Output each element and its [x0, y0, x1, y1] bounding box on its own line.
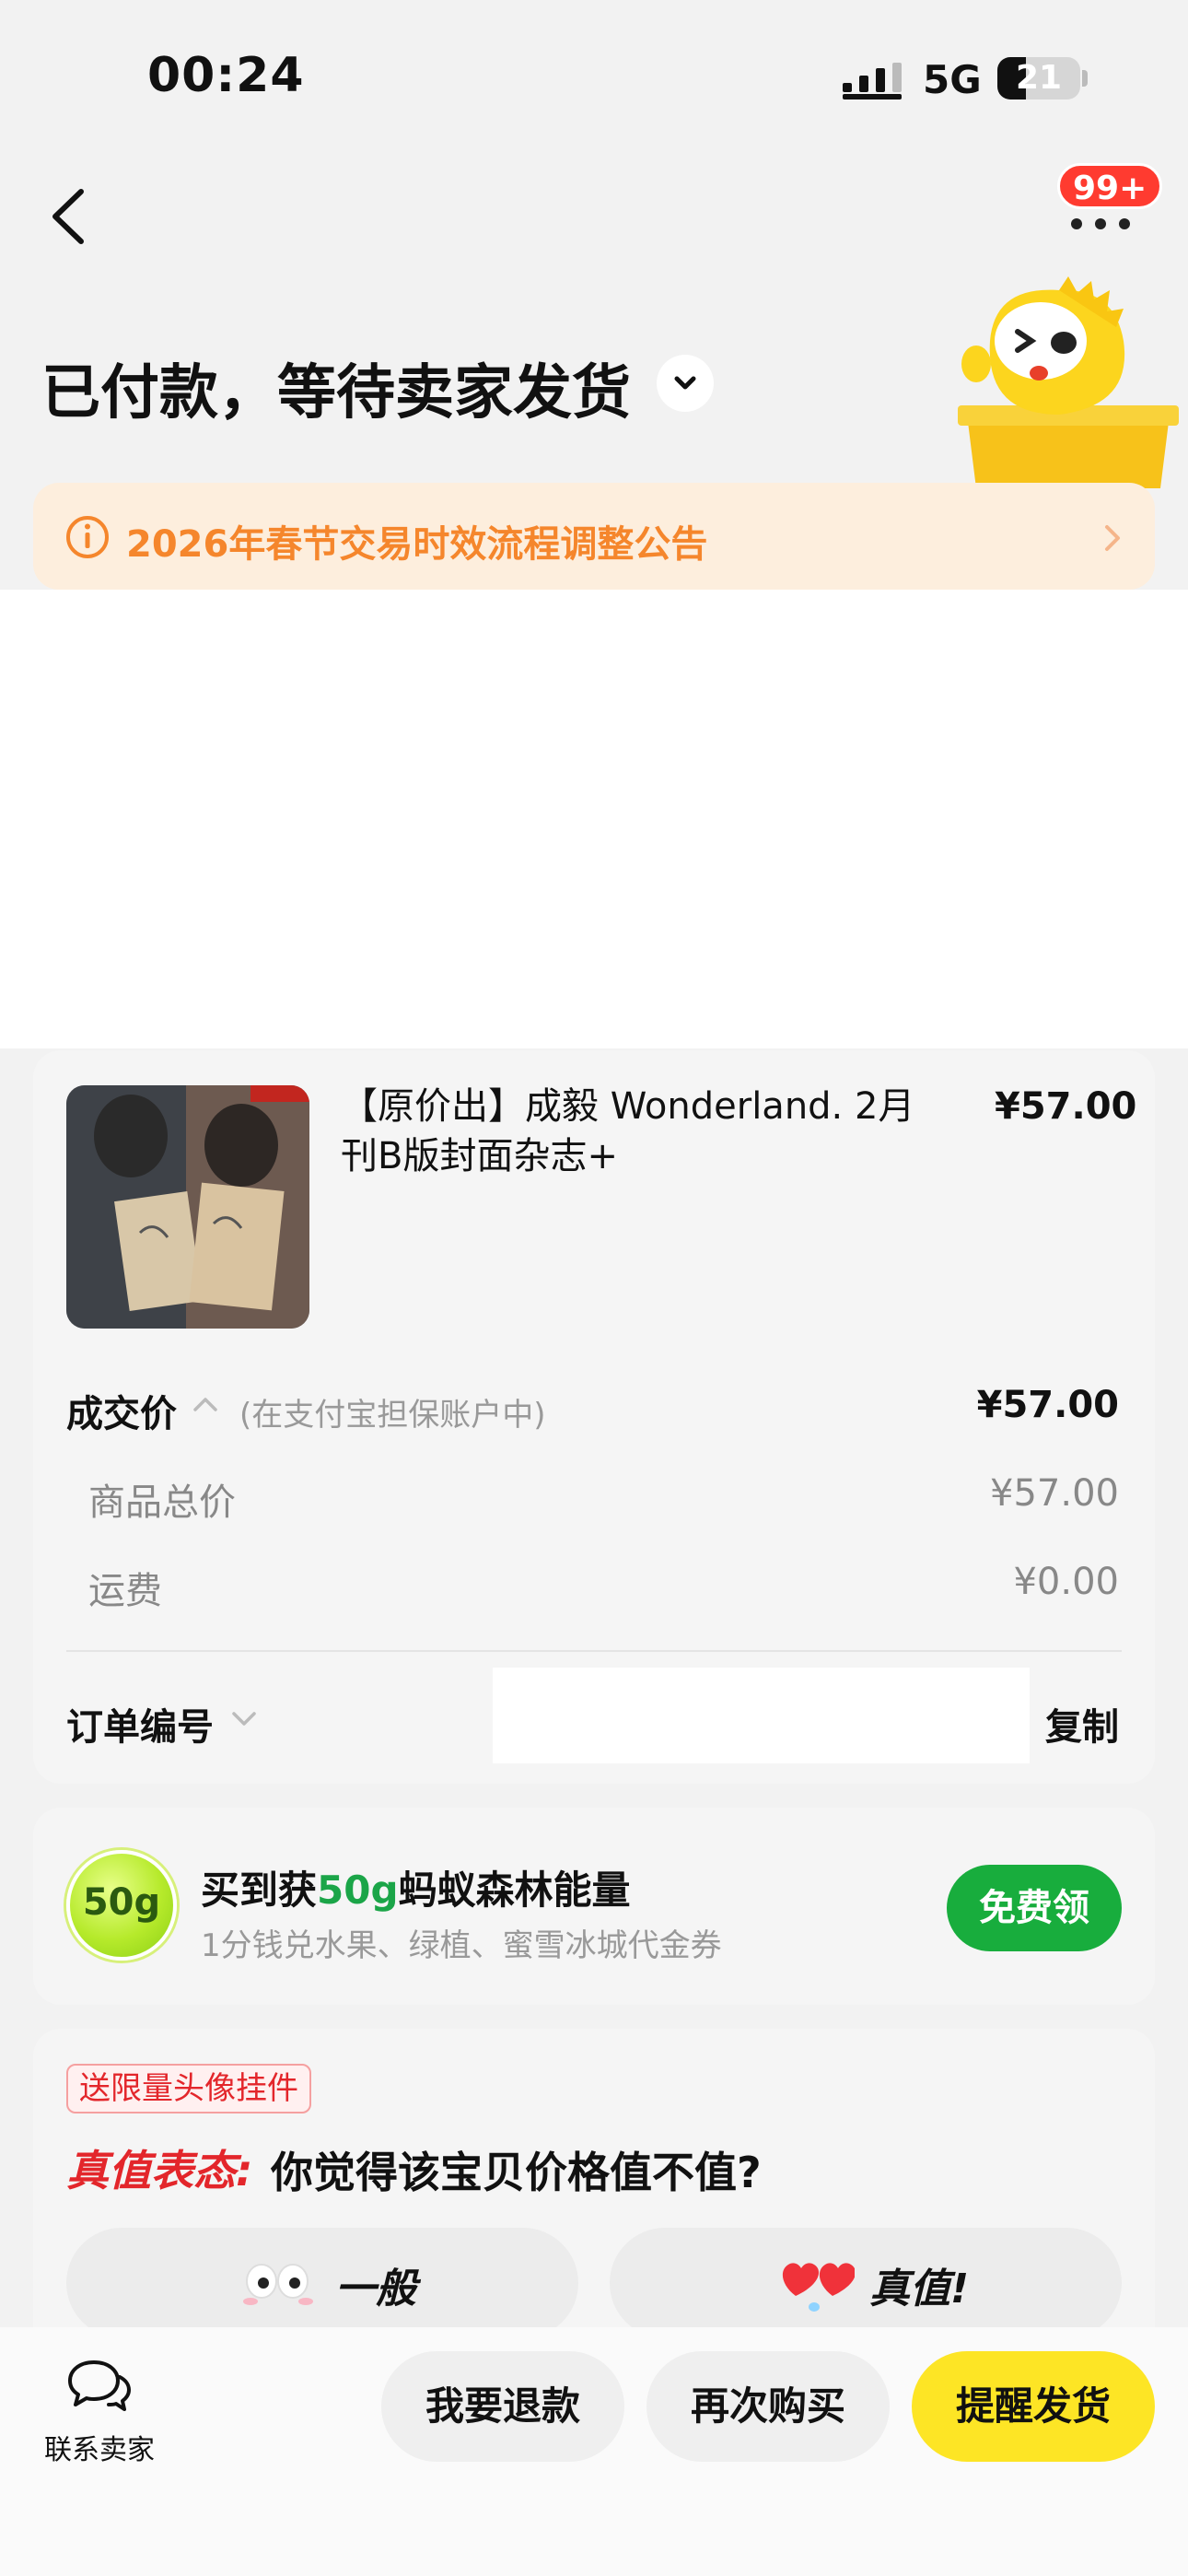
- deal-price-label: 成交价: [66, 1393, 177, 1435]
- energy-badge-text: 50g: [82, 1881, 161, 1924]
- energy-title-prefix: 买到获: [201, 1868, 318, 1913]
- divider: [66, 1650, 1122, 1652]
- more-icon[interactable]: [1070, 217, 1131, 230]
- network-type: 5G: [923, 57, 982, 102]
- remind-ship-button[interactable]: 提醒发货: [912, 2351, 1155, 2462]
- status-expand-button[interactable]: [657, 355, 714, 412]
- heart-eyes-icon: [782, 2263, 855, 2312]
- product-image[interactable]: [66, 1085, 309, 1329]
- subtotal-label: 商品总价: [88, 1481, 236, 1524]
- chevron-down-icon[interactable]: [230, 1710, 258, 1728]
- neutral-face-icon: [243, 2264, 313, 2305]
- refund-button[interactable]: 我要退款: [381, 2351, 624, 2462]
- rating-question: 你觉得该宝贝价格值不值?: [271, 2148, 762, 2197]
- escrow-note: (在支付宝担保账户中): [239, 1397, 546, 1434]
- energy-title-highlight: 50g: [317, 1868, 399, 1913]
- signal-icon: [843, 63, 902, 100]
- notice-text: 2026年春节交易时效流程调整公告: [126, 523, 708, 566]
- rating-question-label: 真值表态:: [66, 2146, 253, 2195]
- energy-title: 买到获50g蚂蚁森林能量: [201, 1859, 631, 1915]
- battery-cap: [1082, 70, 1088, 87]
- energy-subtitle: 1分钱兑水果、绿植、蜜雪冰城代金券: [201, 1927, 722, 1964]
- chat-icon[interactable]: [66, 2357, 133, 2414]
- contact-seller-label[interactable]: 联系卖家: [44, 2427, 155, 2467]
- shipping-label: 运费: [88, 1570, 162, 1612]
- chevron-right-icon: [1105, 525, 1120, 551]
- order-number-redacted: [493, 1668, 1030, 1763]
- blank-area: [0, 590, 1188, 1048]
- subtotal-value: ¥57.00: [990, 1472, 1119, 1515]
- free-claim-button[interactable]: 免费领: [947, 1865, 1122, 1951]
- battery-level: 21: [1015, 59, 1063, 97]
- copy-button[interactable]: 复制: [1045, 1697, 1119, 1751]
- message-count-badge: 99+: [1057, 163, 1163, 209]
- order-status-title: 已付款，等待卖家发货: [41, 359, 631, 427]
- battery-icon: 21: [997, 57, 1080, 100]
- product-photo: [66, 1085, 309, 1329]
- shipping-value: ¥0.00: [1013, 1561, 1119, 1603]
- product-price: ¥57.00: [995, 1085, 1137, 1128]
- order-number-label: 订单编号: [66, 1706, 214, 1749]
- rebuy-button[interactable]: 再次购买: [646, 2351, 890, 2462]
- energy-title-suffix: 蚂蚁森林能量: [398, 1868, 631, 1913]
- mascot-illustration: [958, 276, 1179, 488]
- info-icon: [66, 516, 109, 558]
- rating-option-normal-label: 一般: [335, 2266, 416, 2313]
- rating-option-normal[interactable]: 一般: [66, 2228, 578, 2338]
- deal-price-value: ¥57.00: [976, 1384, 1119, 1426]
- rating-option-worth[interactable]: 真值!: [610, 2228, 1122, 2338]
- status-time: 00:24: [147, 48, 305, 103]
- back-arrow-icon[interactable]: [46, 184, 92, 249]
- limited-avatar-tag: 送限量头像挂件: [66, 2064, 311, 2113]
- product-name[interactable]: 【原价出】成毅 Wonderland. 2月刊B版封面杂志+: [341, 1082, 949, 1181]
- rating-option-worth-label: 真值!: [869, 2266, 970, 2313]
- chevron-down-icon: [674, 376, 696, 390]
- chevron-up-icon[interactable]: [192, 1395, 219, 1413]
